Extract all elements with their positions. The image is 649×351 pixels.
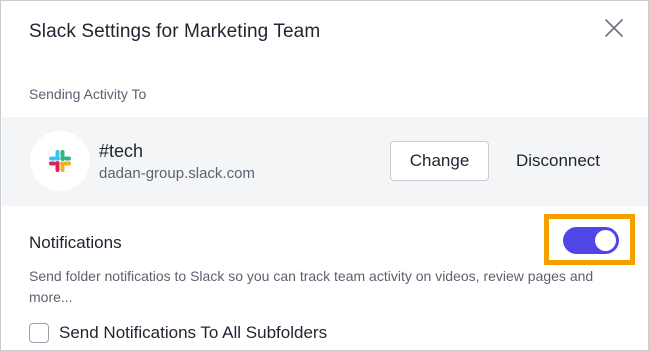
close-button[interactable] bbox=[601, 15, 627, 41]
subfolders-checkbox[interactable] bbox=[29, 323, 49, 343]
channel-name: #tech bbox=[99, 141, 144, 161]
slack-settings-dialog: Slack Settings for Marketing Team Sendin… bbox=[0, 0, 649, 351]
workspace-domain: dadan-group.slack.com bbox=[99, 165, 255, 182]
toggle-knob bbox=[595, 230, 616, 251]
notifications-title: Notifications bbox=[29, 233, 122, 252]
dialog-title: Slack Settings for Marketing Team bbox=[29, 21, 321, 42]
change-button[interactable]: Change bbox=[390, 141, 489, 181]
disconnect-button[interactable]: Disconnect bbox=[502, 141, 614, 181]
close-icon bbox=[605, 19, 623, 37]
slack-logo-icon bbox=[49, 150, 71, 172]
sending-activity-label: Sending Activity To bbox=[29, 86, 147, 102]
subfolders-option[interactable]: Send Notifications To All Subfolders bbox=[29, 321, 327, 345]
subfolders-label: Send Notifications To All Subfolders bbox=[59, 323, 328, 342]
notifications-toggle[interactable] bbox=[563, 227, 619, 254]
notifications-description: Send folder notificatios to Slack so you… bbox=[29, 268, 594, 305]
slack-channel-row: #tech dadan-group.slack.com Change Disco… bbox=[2, 117, 648, 206]
slack-logo-avatar bbox=[30, 131, 90, 191]
